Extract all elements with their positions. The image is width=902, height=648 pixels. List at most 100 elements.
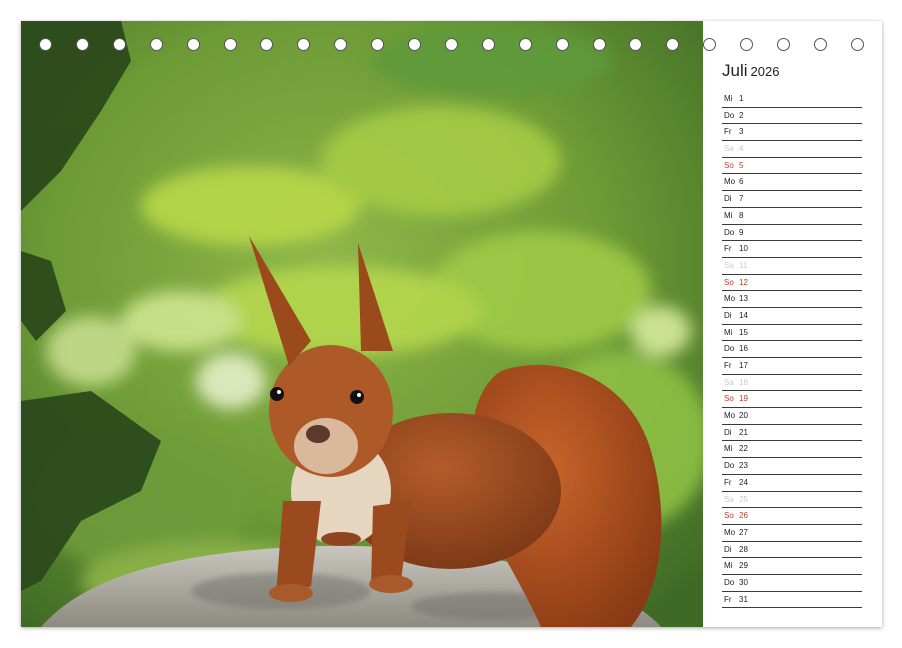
weekday-label: Mi bbox=[724, 94, 733, 103]
day-list: Mi 1 Do 2 Fr 3 Sa 4 So 5 Mo 6 Di 7 Mi 8 Do 9 Fr 10 Sa 11 So 12 M… bbox=[722, 91, 862, 609]
weekday-label: Fr bbox=[724, 127, 732, 137]
day-number: 7 bbox=[739, 194, 744, 204]
day-number: 27 bbox=[739, 527, 748, 537]
weekday-label: Do bbox=[724, 461, 735, 471]
day-number: 1 bbox=[739, 94, 744, 103]
month-title: Juli 2026 bbox=[722, 61, 779, 81]
binding-hole bbox=[149, 38, 163, 51]
day-number: 6 bbox=[739, 177, 744, 187]
binding-hole bbox=[481, 38, 495, 51]
day-row: So 19 bbox=[722, 391, 862, 409]
weekday-label: Mi bbox=[724, 561, 733, 571]
day-number: 10 bbox=[739, 244, 748, 254]
day-row: Di 28 bbox=[722, 542, 862, 559]
weekday-label: Sa bbox=[724, 144, 734, 154]
day-number: 16 bbox=[739, 344, 748, 354]
weekday-label: Do bbox=[724, 344, 735, 354]
weekday-label: Do bbox=[724, 110, 735, 120]
weekday-label: Sa bbox=[724, 494, 734, 504]
weekday-label: Mi bbox=[724, 444, 733, 454]
weekday-label: Di bbox=[724, 310, 732, 320]
binding-hole bbox=[444, 38, 458, 51]
weekday-label: Di bbox=[724, 544, 732, 554]
day-number: 30 bbox=[739, 577, 748, 587]
day-row: Do 16 bbox=[722, 341, 862, 358]
day-number: 22 bbox=[739, 444, 748, 454]
day-row: Fr 31 bbox=[722, 592, 862, 609]
day-row: So 5 bbox=[722, 158, 862, 175]
day-number: 20 bbox=[739, 411, 748, 421]
day-number: 8 bbox=[739, 210, 744, 220]
day-row: Mo 13 bbox=[722, 291, 862, 308]
binding-hole bbox=[223, 38, 237, 51]
day-row: Mo 27 bbox=[722, 525, 862, 542]
binding-hole bbox=[777, 38, 790, 51]
day-number: 18 bbox=[739, 377, 748, 387]
weekday-label: Mi bbox=[724, 327, 733, 337]
day-row: Do 2 bbox=[722, 108, 862, 125]
day-number: 13 bbox=[739, 294, 748, 304]
day-row: Mi 1 bbox=[722, 91, 862, 108]
day-number: 23 bbox=[739, 461, 748, 471]
weekday-label: So bbox=[724, 394, 734, 404]
weekday-label: Mi bbox=[724, 210, 733, 220]
day-number: 11 bbox=[739, 260, 748, 270]
weekday-label: Mo bbox=[724, 527, 736, 537]
photo-illustration bbox=[21, 21, 703, 627]
weekday-label: Mo bbox=[724, 294, 736, 304]
weekday-label: Fr bbox=[724, 594, 732, 604]
day-row: Mi 8 bbox=[722, 208, 862, 225]
binding-hole bbox=[186, 38, 200, 51]
day-number: 24 bbox=[739, 477, 748, 487]
weekday-label: Di bbox=[724, 194, 732, 204]
binding-hole bbox=[408, 38, 421, 51]
day-number: 26 bbox=[739, 511, 748, 521]
day-number: 25 bbox=[739, 494, 748, 504]
day-number: 21 bbox=[739, 427, 748, 437]
day-number: 4 bbox=[739, 144, 744, 154]
day-row: Fr 17 bbox=[722, 358, 862, 375]
binding-hole bbox=[297, 38, 311, 51]
day-row: Sa 11 bbox=[722, 258, 862, 275]
day-number: 29 bbox=[739, 561, 748, 571]
binding-hole bbox=[813, 38, 827, 51]
binding-hole bbox=[555, 38, 569, 51]
weekday-label: Sa bbox=[724, 377, 734, 387]
calendar-page: Juli 2026 Mi 1 Do 2 Fr 3 Sa 4 So 5 Mo 6 Di 7 Mi 8 Do 9 Fr 10… bbox=[21, 21, 882, 627]
binding-hole bbox=[112, 38, 126, 51]
calendar-panel: Juli 2026 Mi 1 Do 2 Fr 3 Sa 4 So 5 Mo 6 Di 7 Mi 8 Do 9 Fr 10… bbox=[703, 21, 882, 627]
day-number: 15 bbox=[739, 327, 748, 337]
binding-hole bbox=[371, 38, 385, 51]
day-number: 2 bbox=[739, 110, 744, 120]
day-number: 12 bbox=[739, 277, 748, 287]
day-number: 31 bbox=[739, 594, 748, 604]
binding-hole bbox=[260, 38, 274, 51]
day-number: 28 bbox=[739, 544, 748, 554]
day-row: Mo 6 bbox=[722, 174, 862, 192]
day-row: Di 7 bbox=[722, 191, 862, 208]
day-row: So 12 bbox=[722, 275, 862, 292]
binding-hole bbox=[703, 38, 717, 51]
weekday-label: So bbox=[724, 160, 734, 170]
day-row: Di 21 bbox=[722, 425, 862, 442]
day-row: Fr 10 bbox=[722, 241, 862, 258]
day-row: Fr 3 bbox=[722, 124, 862, 142]
binding-hole bbox=[518, 38, 532, 51]
day-number: 19 bbox=[739, 394, 748, 404]
weekday-label: Fr bbox=[724, 477, 732, 487]
day-row: Sa 25 bbox=[722, 492, 862, 509]
binding-hole bbox=[334, 38, 348, 51]
weekday-label: So bbox=[724, 511, 734, 521]
binding-hole bbox=[592, 38, 606, 51]
weekday-label: Do bbox=[724, 227, 735, 237]
day-number: 3 bbox=[739, 127, 744, 137]
weekday-label: Sa bbox=[724, 260, 734, 270]
weekday-label: Do bbox=[724, 577, 735, 587]
day-row: Di 14 bbox=[722, 308, 862, 325]
day-row: Mi 29 bbox=[722, 558, 862, 575]
binding-hole bbox=[666, 38, 680, 51]
binding-holes bbox=[21, 38, 882, 56]
day-row: So 26 bbox=[722, 508, 862, 525]
day-row: Do 9 bbox=[722, 225, 862, 242]
year-label: 2026 bbox=[750, 64, 780, 79]
